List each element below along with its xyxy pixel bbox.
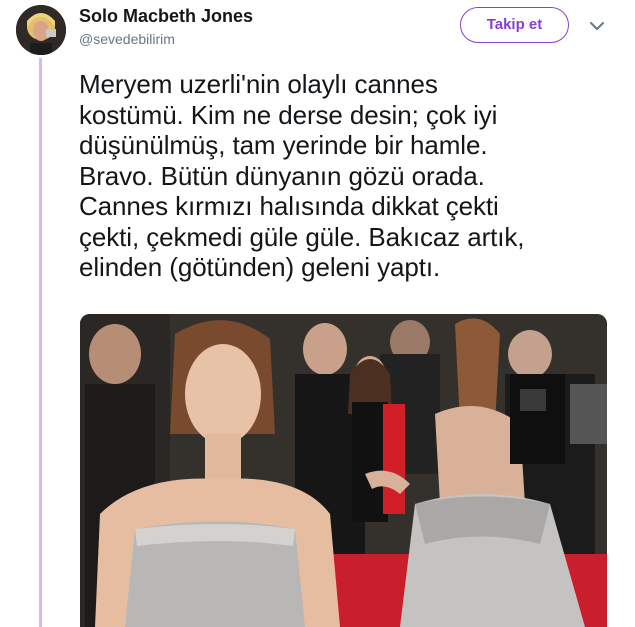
photo-image — [80, 314, 607, 627]
tweet-photo[interactable] — [80, 314, 607, 627]
avatar-image — [16, 5, 66, 55]
thread-line — [39, 58, 42, 627]
follow-button[interactable]: Takip et — [460, 7, 569, 43]
tweet-text: Meryem uzerli'nin olaylı cannes kostümü.… — [79, 69, 525, 282]
display-name[interactable]: Solo Macbeth Jones — [79, 6, 253, 27]
chevron-down-icon[interactable] — [588, 19, 606, 33]
user-handle[interactable]: @sevedebilirim — [79, 31, 175, 47]
avatar[interactable] — [16, 5, 66, 55]
